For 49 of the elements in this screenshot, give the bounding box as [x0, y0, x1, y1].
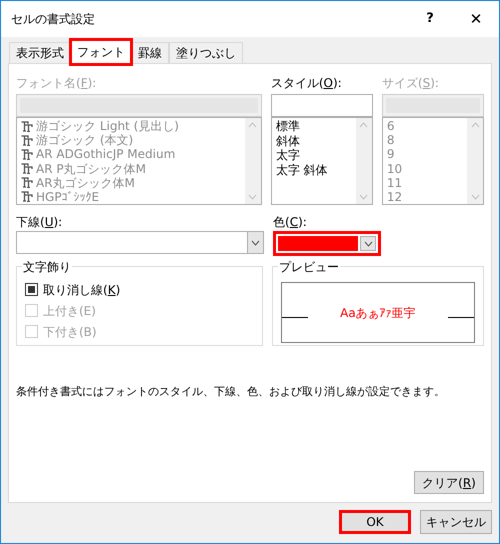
checkbox-label: 上付き(E)	[43, 302, 96, 320]
scrollbar[interactable]	[244, 118, 261, 204]
group-title: 文字飾り	[22, 258, 72, 276]
tab[interactable]: 塗りつぶし	[169, 42, 243, 63]
tab[interactable]: 表示形式	[9, 42, 71, 63]
truetype-icon	[21, 191, 33, 202]
list-item[interactable]: 標準	[276, 119, 300, 134]
clear-button[interactable]: クリア(R)	[414, 471, 484, 494]
close-button[interactable]: ✕	[453, 4, 499, 34]
checkbox-label: 取り消し線(K)	[43, 282, 120, 298]
scroll-down-icon[interactable]	[470, 194, 480, 200]
chevron-down-icon	[251, 240, 260, 246]
window-title: セルの書式設定	[11, 11, 96, 28]
truetype-icon	[21, 148, 33, 160]
list-item[interactable]: 斜体	[276, 134, 300, 148]
tab[interactable]: フォント	[71, 40, 131, 64]
dialog-button[interactable]: OK	[339, 510, 411, 534]
truetype-icon	[21, 120, 33, 132]
input-field[interactable]	[382, 94, 484, 117]
underline-dropdown[interactable]	[16, 231, 264, 254]
preview-sample: Aaあぁｱｧ亜宇	[339, 304, 417, 322]
checkbox[interactable]	[25, 283, 38, 296]
scrollbar[interactable]	[356, 118, 372, 204]
dialog-button[interactable]: キャンセル	[420, 510, 492, 534]
scroll-up-icon[interactable]	[248, 122, 258, 128]
scroll-down-icon[interactable]	[359, 194, 368, 200]
field-label: 下線(U):	[16, 214, 64, 231]
list-box[interactable]: 標準 斜体 太字 太字 斜体	[270, 117, 373, 205]
list-item[interactable]: 太字	[276, 148, 300, 162]
chevron-down-icon	[364, 240, 372, 246]
color-dropdown[interactable]	[273, 231, 381, 256]
field-label: スタイル(O):	[270, 75, 343, 92]
field-label: 色(C):	[273, 214, 308, 231]
truetype-icon	[21, 177, 33, 188]
truetype-icon	[21, 163, 33, 174]
scroll-down-icon[interactable]	[248, 194, 258, 200]
scroll-up-icon[interactable]	[470, 122, 480, 128]
checkbox-label: 下付き(B)	[43, 324, 97, 340]
truetype-icon	[21, 134, 33, 146]
list-item[interactable]: 太字 斜体	[276, 162, 328, 177]
help-button[interactable]: ?	[407, 4, 453, 34]
field-label: サイズ(S):	[382, 75, 440, 92]
tab[interactable]: 罫線	[131, 42, 169, 63]
input-field[interactable]	[270, 94, 373, 117]
input-field[interactable]	[16, 94, 262, 117]
scroll-up-icon[interactable]	[359, 122, 368, 128]
field-label: フォント名(F):	[16, 75, 98, 92]
scrollbar[interactable]	[467, 118, 483, 204]
note-text: 条件付き書式にはフォントのスタイル、下線、色、および取り消し線が設定できます。	[16, 384, 446, 400]
